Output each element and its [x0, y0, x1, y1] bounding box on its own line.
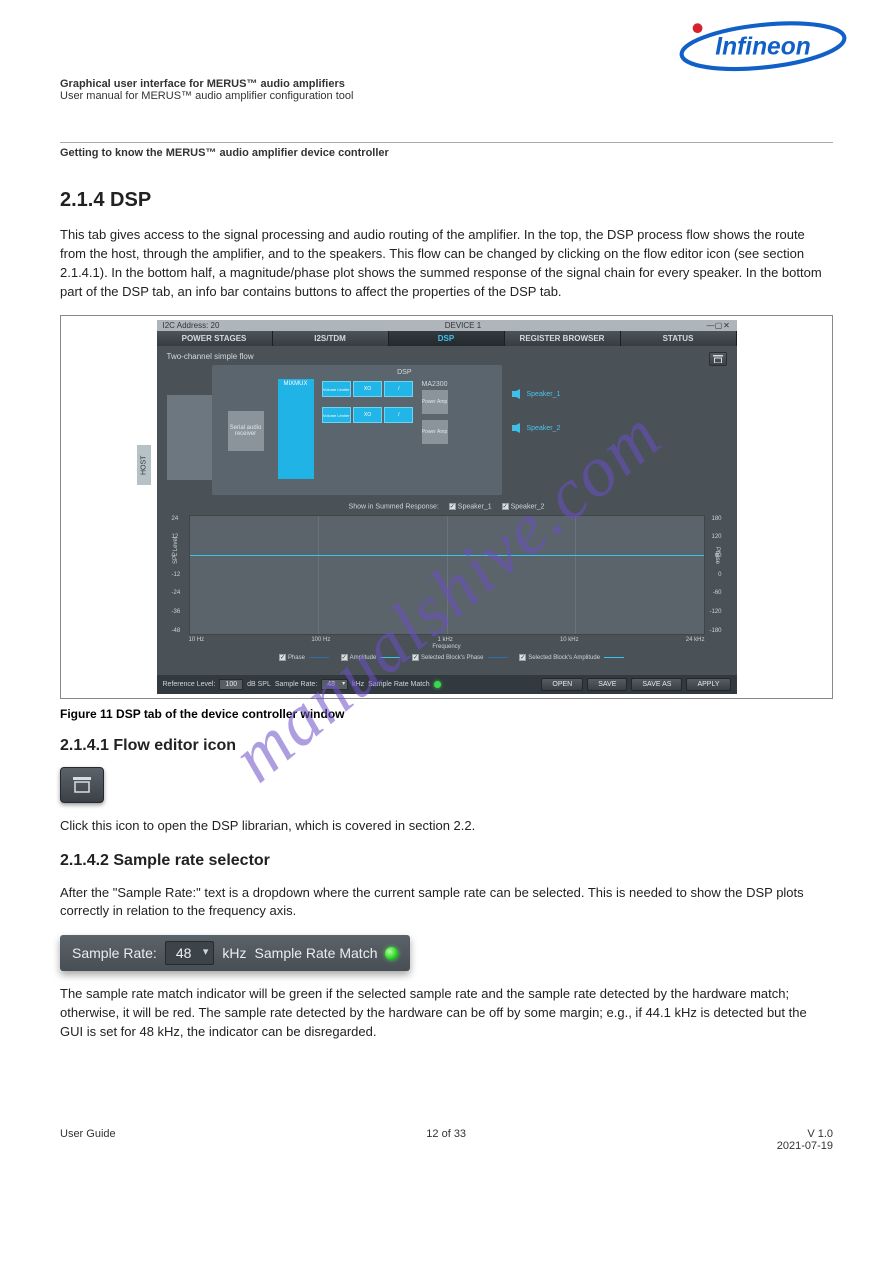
- sr-match-led: [385, 947, 398, 960]
- axis-label-freq: Frequency: [167, 644, 727, 650]
- tab-status[interactable]: STATUS: [621, 331, 737, 346]
- footer-date: 2021-07-19: [777, 1140, 833, 1152]
- subsection-1-body: Click this icon to open the DSP libraria…: [60, 817, 833, 836]
- sr-match-label: Sample Rate Match: [255, 945, 378, 961]
- subsection-2-title: 2.1.4.2 Sample rate selector: [60, 852, 833, 870]
- checkbox-speaker-2[interactable]: [502, 503, 509, 510]
- screenshot-figure: I2C Address: 20 DEVICE 1 —▢✕ POWER STAGE…: [60, 315, 833, 698]
- open-button[interactable]: OPEN: [541, 678, 583, 691]
- ref-level-value[interactable]: 100: [219, 679, 243, 690]
- vol-limiter-1[interactable]: Volume Limiter: [322, 381, 351, 397]
- sample-rate-label: Sample Rate:: [275, 681, 317, 688]
- sr-unit: kHz: [222, 945, 246, 961]
- cb-sel-amp[interactable]: [519, 654, 526, 661]
- subsection-2-body-2: The sample rate match indicator will be …: [60, 985, 833, 1042]
- body-paragraph-1: This tab gives access to the signal proc…: [60, 226, 833, 301]
- chart-legend: Phase Amplitude Selected Block's Phase S…: [167, 654, 727, 661]
- footer-left: User Guide: [60, 1128, 116, 1152]
- bottom-bar: Reference Level: 100 dB SPL Sample Rate:…: [157, 675, 737, 694]
- summed-response-row: Show in Summed Response: Speaker_1 Speak…: [167, 503, 727, 510]
- sample-rate-dropdown[interactable]: 48: [321, 679, 348, 690]
- apply-button[interactable]: APPLY: [686, 678, 730, 691]
- footer-center: 12 of 33: [426, 1128, 466, 1152]
- header-line-2: User manual for MERUS™ audio amplifier c…: [60, 90, 833, 102]
- speaker-1: Speaker_1: [512, 389, 561, 399]
- flow-title: Two-channel simple flow: [167, 352, 727, 361]
- ref-level-label: Reference Level:: [163, 681, 216, 688]
- eq-2[interactable]: /: [384, 407, 413, 423]
- window-title: DEVICE 1: [445, 321, 481, 330]
- tab-register-browser[interactable]: REGISTER BROWSER: [505, 331, 621, 346]
- eq-1[interactable]: /: [384, 381, 413, 397]
- cb-amplitude[interactable]: [341, 654, 348, 661]
- ma-label: MA2300: [422, 381, 452, 388]
- cb-phase[interactable]: [279, 654, 286, 661]
- y-ticks-left: 24120-12-24-36-48: [172, 516, 181, 634]
- host-block: HOST: [137, 445, 151, 485]
- svg-text:Infineon: Infineon: [715, 33, 810, 60]
- tab-i2s-tdm[interactable]: I2S/TDM: [273, 331, 389, 346]
- sample-rate-match-label: Sample Rate Match: [368, 681, 429, 688]
- y-ticks-right: 180120600-60-120-180: [709, 516, 721, 634]
- cb-sel-phase[interactable]: [412, 654, 419, 661]
- sr-label: Sample Rate:: [72, 945, 157, 961]
- flow-diagram: Serial audio receiver MIXMUX DSP Volume …: [212, 365, 502, 495]
- host-container: HOST: [167, 395, 217, 480]
- window-titlebar: I2C Address: 20 DEVICE 1 —▢✕: [157, 320, 737, 331]
- header-line-3: Getting to know the MERUS™ audio amplifi…: [60, 147, 833, 159]
- power-amp-1: Power Amp: [422, 390, 448, 414]
- sample-rate-unit: kHz: [352, 681, 364, 688]
- i2c-address: I2C Address: 20: [163, 321, 220, 330]
- dsp-label: DSP: [397, 369, 411, 376]
- subsection-2-body-1: After the "Sample Rate:" text is a dropd…: [60, 884, 833, 922]
- xo-1[interactable]: XO: [353, 381, 382, 397]
- tab-power-stages[interactable]: POWER STAGES: [157, 331, 273, 346]
- response-chart: 24120-12-24-36-48 180120600-60-120-180: [189, 515, 705, 635]
- tab-dsp[interactable]: DSP: [389, 331, 505, 346]
- flow-editor-icon-sample: [60, 767, 104, 803]
- page-footer: User Guide 12 of 33 V 1.0 2021-07-19: [60, 1122, 833, 1152]
- save-as-button[interactable]: SAVE AS: [631, 678, 682, 691]
- window-controls[interactable]: —▢✕: [706, 321, 730, 330]
- section-title: 2.1.4 DSP: [60, 189, 833, 212]
- save-button[interactable]: SAVE: [587, 678, 627, 691]
- speaker-2: Speaker_2: [512, 423, 561, 433]
- xo-2[interactable]: XO: [353, 407, 382, 423]
- serial-audio-block: Serial audio receiver: [228, 411, 264, 451]
- sample-rate-match-led: [434, 681, 441, 688]
- infineon-logo: Infineon: [673, 20, 853, 82]
- footer-version: V 1.0: [807, 1128, 833, 1140]
- checkbox-speaker-1[interactable]: [449, 503, 456, 510]
- mixmux-block[interactable]: MIXMUX: [278, 379, 314, 479]
- ref-level-unit: dB SPL: [247, 681, 271, 688]
- x-ticks: 10 Hz100 Hz1 kHz10 kHz24 kHz: [189, 637, 705, 643]
- vol-limiter-2[interactable]: Volume Limiter: [322, 407, 351, 423]
- flow-editor-icon[interactable]: [709, 352, 727, 366]
- figure-caption: Figure 11 DSP tab of the device controll…: [60, 707, 833, 721]
- power-amp-2: Power Amp: [422, 420, 448, 444]
- sample-rate-bar-sample: Sample Rate: 48 kHz Sample Rate Match: [60, 935, 410, 971]
- subsection-1-title: 2.1.4.1 Flow editor icon: [60, 737, 833, 755]
- amplitude-line: [190, 555, 704, 556]
- sr-dropdown[interactable]: 48: [165, 941, 215, 965]
